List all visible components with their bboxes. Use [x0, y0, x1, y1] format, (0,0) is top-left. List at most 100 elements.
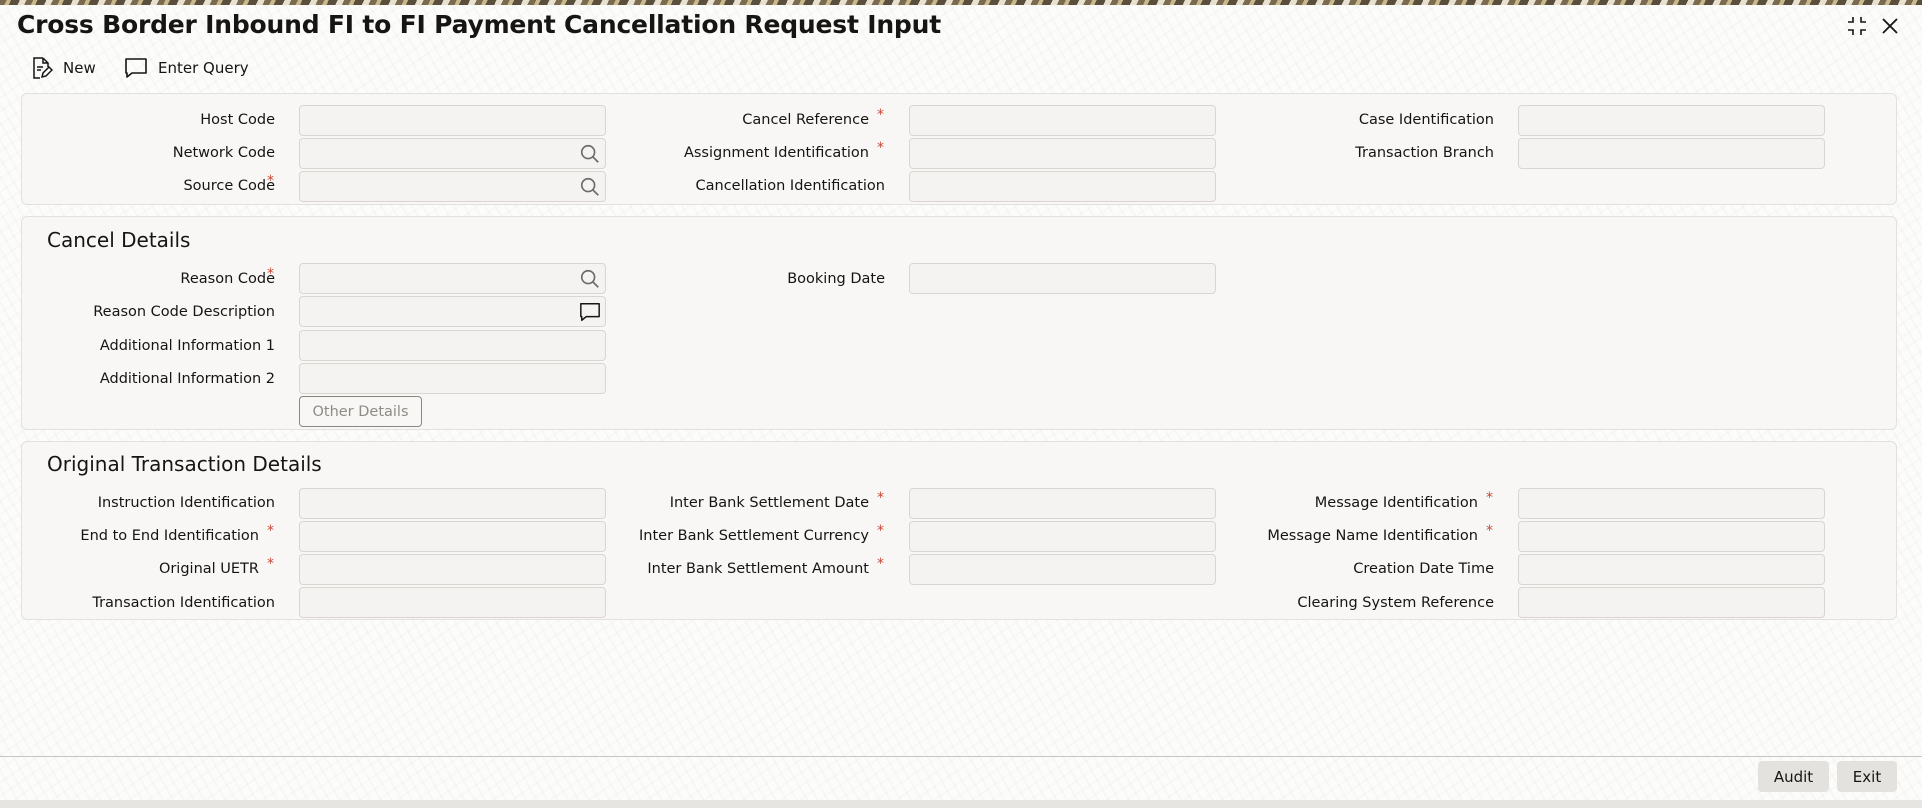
instruction-identification-input[interactable]: [300, 489, 605, 518]
required-marker: *: [877, 490, 884, 506]
network-code-label: Network Code: [172, 145, 275, 161]
footer-bottom-bar: [0, 800, 1922, 808]
cancellation-identification-input[interactable]: [910, 172, 1215, 201]
required-marker: *: [267, 556, 274, 572]
exit-button[interactable]: Exit: [1837, 761, 1897, 792]
message-identification-field[interactable]: [1518, 488, 1825, 519]
top-decorative-strip: [0, 0, 1922, 5]
network-code-input[interactable]: [300, 139, 605, 168]
original-uetr-field[interactable]: [299, 554, 606, 585]
reason-code-description-input[interactable]: [300, 297, 605, 326]
required-marker: *: [1486, 523, 1493, 539]
inter-bank-settlement-date-label: Inter Bank Settlement Date: [669, 495, 869, 511]
required-marker: *: [1486, 490, 1493, 506]
message-identification-label: Message Identification: [1314, 495, 1478, 511]
booking-date-field[interactable]: [909, 263, 1216, 294]
assignment-identification-label: Assignment Identification: [683, 145, 869, 161]
transaction-branch-label: Transaction Branch: [1355, 145, 1494, 161]
expand-arrows-icon[interactable]: [1845, 14, 1869, 38]
required-marker: *: [267, 266, 274, 282]
source-code-label: Source Code: [183, 178, 275, 194]
source-code-input[interactable]: [300, 172, 605, 201]
search-icon[interactable]: [579, 176, 601, 198]
transaction-identification-field[interactable]: [299, 587, 606, 618]
inter-bank-settlement-currency-input[interactable]: [910, 522, 1215, 551]
cancel-reference-label: Cancel Reference: [742, 112, 869, 128]
cancellation-identification-field[interactable]: [909, 171, 1216, 202]
message-name-identification-input[interactable]: [1519, 522, 1824, 551]
speech-bubble-icon[interactable]: [579, 301, 601, 323]
cancel-reference-field[interactable]: [909, 105, 1216, 136]
source-code-field[interactable]: [299, 171, 606, 202]
document-edit-icon: [33, 57, 53, 79]
additional-information-1-label: Additional Information 1: [99, 338, 275, 354]
search-icon[interactable]: [579, 143, 601, 165]
search-icon[interactable]: [579, 268, 601, 290]
enter-query-button[interactable]: Enter Query: [124, 55, 249, 81]
creation-date-time-label: Creation Date Time: [1353, 561, 1494, 577]
end-to-end-identification-input[interactable]: [300, 522, 605, 551]
new-button-label: New: [63, 59, 96, 77]
cancel-details-title: Cancel Details: [47, 228, 191, 252]
clearing-system-reference-input[interactable]: [1519, 588, 1824, 617]
instruction-identification-label: Instruction Identification: [97, 495, 275, 511]
additional-information-2-label: Additional Information 2: [99, 371, 275, 387]
new-button[interactable]: New: [29, 55, 96, 81]
inter-bank-settlement-amount-field[interactable]: [909, 554, 1216, 585]
inter-bank-settlement-currency-field[interactable]: [909, 521, 1216, 552]
inter-bank-settlement-amount-label: Inter Bank Settlement Amount: [647, 561, 869, 577]
clearing-system-reference-label: Clearing System Reference: [1297, 595, 1494, 611]
host-code-field[interactable]: [299, 105, 606, 136]
transaction-identification-label: Transaction Identification: [92, 595, 275, 611]
reason-code-field[interactable]: [299, 263, 606, 294]
speech-bubble-icon: [125, 58, 147, 78]
transaction-branch-field[interactable]: [1518, 138, 1825, 169]
inter-bank-settlement-currency-label: Inter Bank Settlement Currency: [639, 528, 869, 544]
end-to-end-identification-field[interactable]: [299, 521, 606, 552]
additional-information-1-input[interactable]: [300, 331, 605, 360]
additional-information-2-input[interactable]: [300, 364, 605, 393]
end-to-end-identification-label: End to End Identification: [80, 528, 259, 544]
booking-date-label: Booking Date: [787, 271, 885, 287]
original-transaction-title: Original Transaction Details: [47, 452, 322, 476]
cancel-reference-input[interactable]: [910, 106, 1215, 135]
other-details-button[interactable]: Other Details: [299, 396, 422, 427]
reason-code-description-label: Reason Code Description: [93, 304, 275, 320]
close-icon[interactable]: [1878, 14, 1902, 38]
audit-button[interactable]: Audit: [1758, 761, 1829, 792]
original-uetr-label: Original UETR: [158, 561, 259, 577]
case-identification-field[interactable]: [1518, 105, 1825, 136]
footer-divider: [0, 756, 1922, 757]
required-marker: *: [877, 523, 884, 539]
host-code-input[interactable]: [300, 106, 605, 135]
additional-information-2-field[interactable]: [299, 363, 606, 394]
transaction-identification-input[interactable]: [300, 588, 605, 617]
cancellation-identification-label: Cancellation Identification: [695, 178, 886, 194]
inter-bank-settlement-date-input[interactable]: [910, 489, 1215, 518]
assignment-identification-field[interactable]: [909, 138, 1216, 169]
inter-bank-settlement-amount-input[interactable]: [910, 555, 1215, 584]
required-marker: *: [877, 556, 884, 572]
creation-date-time-field[interactable]: [1518, 554, 1825, 585]
booking-date-input[interactable]: [910, 264, 1215, 293]
message-name-identification-label: Message Name Identification: [1267, 528, 1478, 544]
required-marker: *: [877, 140, 884, 156]
case-identification-input[interactable]: [1519, 106, 1824, 135]
creation-date-time-input[interactable]: [1519, 555, 1824, 584]
instruction-identification-field[interactable]: [299, 488, 606, 519]
message-identification-input[interactable]: [1519, 489, 1824, 518]
required-marker: *: [877, 107, 884, 123]
inter-bank-settlement-date-field[interactable]: [909, 488, 1216, 519]
clearing-system-reference-field[interactable]: [1518, 587, 1825, 618]
host-code-label: Host Code: [200, 112, 275, 128]
reason-code-description-field[interactable]: [299, 296, 606, 327]
additional-information-1-field[interactable]: [299, 330, 606, 361]
assignment-identification-input[interactable]: [910, 139, 1215, 168]
original-uetr-input[interactable]: [300, 555, 605, 584]
case-identification-label: Case Identification: [1358, 112, 1494, 128]
transaction-branch-input[interactable]: [1519, 139, 1824, 168]
page-title: Cross Border Inbound FI to FI Payment Ca…: [17, 10, 941, 39]
network-code-field[interactable]: [299, 138, 606, 169]
message-name-identification-field[interactable]: [1518, 521, 1825, 552]
reason-code-input[interactable]: [300, 264, 605, 293]
